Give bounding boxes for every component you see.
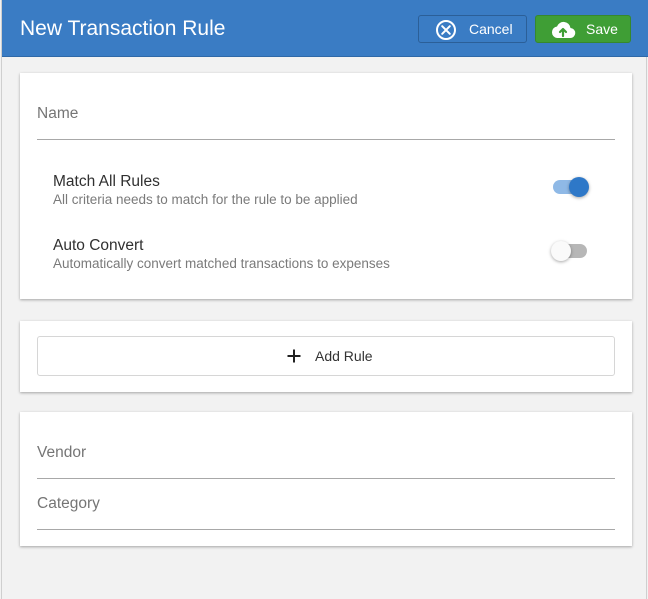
match-all-rules-description: All criteria needs to match for the rule…: [53, 192, 358, 207]
auto-convert-title: Auto Convert: [53, 237, 144, 254]
name-field-underline: [37, 139, 615, 140]
vendor-field[interactable]: Vendor: [37, 444, 86, 462]
auto-convert-toggle[interactable]: [551, 238, 591, 264]
plus-icon: [286, 348, 302, 369]
add-rule-button[interactable]: Add Rule: [37, 336, 615, 376]
page-title: New Transaction Rule: [20, 17, 226, 40]
add-rule-label: Add Rule: [315, 348, 373, 364]
rule-settings-card: Name Match All Rules All criteria needs …: [20, 73, 632, 299]
match-all-rules-toggle[interactable]: [551, 174, 591, 200]
cancel-label: Cancel: [469, 21, 513, 37]
cancel-button[interactable]: Cancel: [418, 15, 527, 43]
name-field[interactable]: Name: [37, 105, 78, 123]
save-label: Save: [586, 21, 618, 37]
toggle-thumb: [569, 177, 589, 197]
rules-card: Add Rule: [20, 321, 632, 392]
category-field-underline: [37, 529, 615, 530]
save-button[interactable]: Save: [535, 15, 631, 43]
auto-convert-description: Automatically convert matched transactio…: [53, 256, 390, 271]
dialog-frame: New Transaction Rule Cancel Save Name Ma…: [1, 0, 648, 599]
category-field[interactable]: Category: [37, 495, 100, 513]
circle-x-icon: [435, 19, 457, 44]
target-card: Vendor Category: [20, 412, 632, 546]
header-bar: New Transaction Rule Cancel Save: [2, 0, 648, 57]
cloud-upload-icon: [550, 20, 576, 43]
vendor-field-underline: [37, 478, 615, 479]
toggle-thumb: [551, 241, 571, 261]
match-all-rules-title: Match All Rules: [53, 173, 160, 190]
